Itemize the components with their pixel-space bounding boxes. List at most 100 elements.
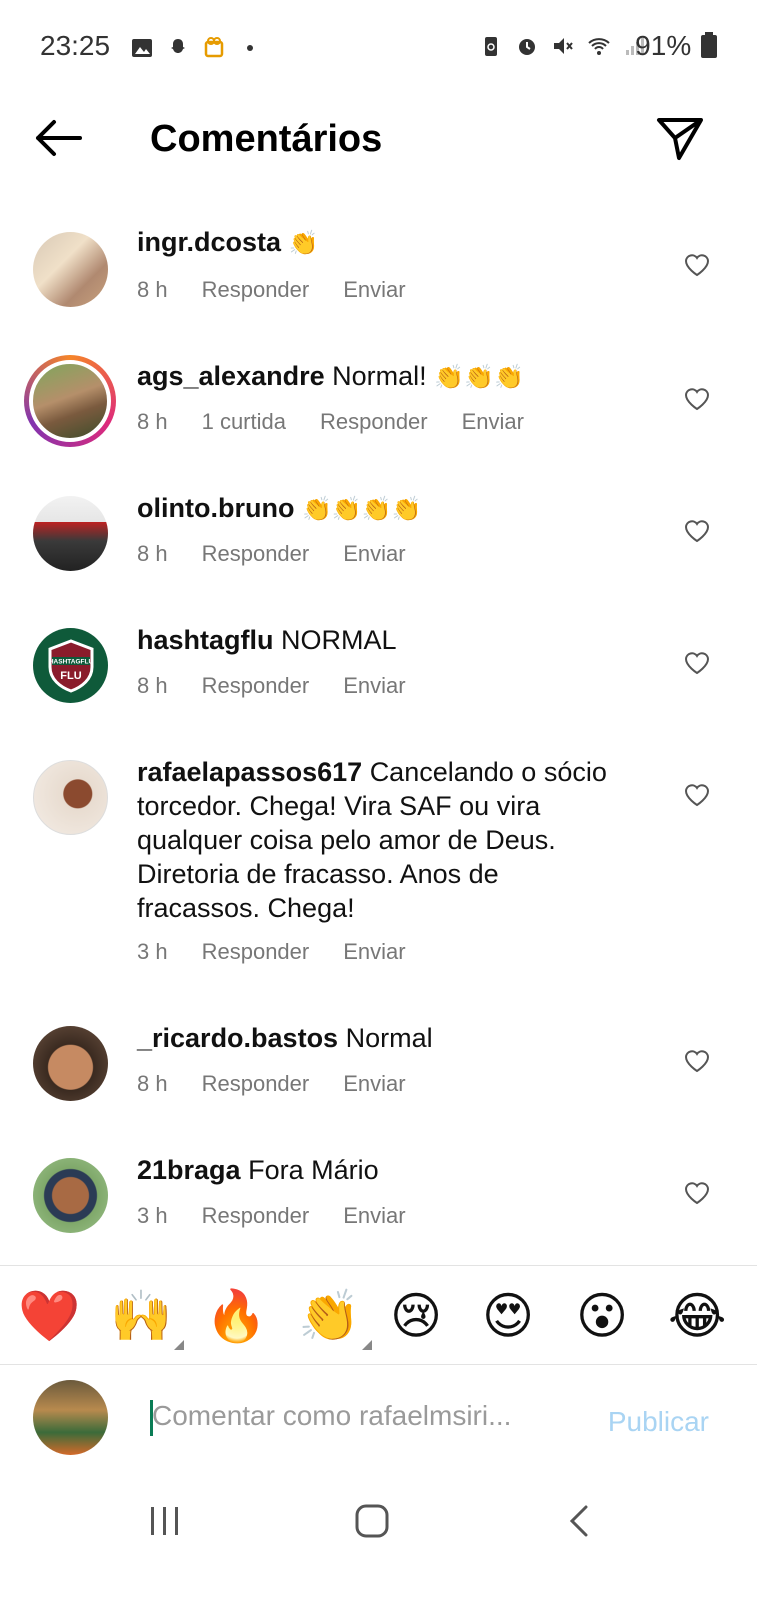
battery-percent: 91% <box>635 30 692 61</box>
skin-tone-indicator-icon <box>174 1340 185 1350</box>
team-shield-logo: HASHTAGFLU FLU <box>48 638 93 693</box>
comment-text: Normal <box>345 1023 433 1053</box>
status-bar: 23:25 91% <box>0 0 757 96</box>
emoji-heart[interactable]: ❤️ <box>18 1288 80 1344</box>
page-title: Comentários <box>150 118 383 160</box>
app-notification-icon <box>204 37 224 58</box>
emoji-crying[interactable]: 😢 <box>390 1288 442 1344</box>
reply-button[interactable]: Responder <box>320 409 428 435</box>
status-left-icons <box>130 36 262 60</box>
comment-time: 8 h <box>137 277 168 302</box>
back-arrow-icon[interactable] <box>32 116 84 160</box>
comment-username[interactable]: ags_alexandre <box>137 361 325 391</box>
comment-text: NORMAL <box>281 625 397 655</box>
comment-meta: 8 h 1 curtida Responder Enviar <box>137 409 558 435</box>
reply-button[interactable]: Responder <box>202 541 310 567</box>
home-icon[interactable] <box>355 1504 389 1538</box>
comment-emoji: 👏 <box>288 230 319 257</box>
avatar-story-ring[interactable] <box>24 355 116 447</box>
send-button[interactable]: Enviar <box>343 541 405 567</box>
comment-meta: 8 h Responder Enviar <box>137 673 440 699</box>
comment-username[interactable]: 21braga <box>137 1155 241 1185</box>
reply-button[interactable]: Responder <box>202 277 310 303</box>
comment-username[interactable]: rafaelapassos617 <box>137 757 362 787</box>
comment-username[interactable]: _ricardo.bastos <box>137 1023 338 1053</box>
comment-meta: 3 h Responder Enviar <box>137 939 440 965</box>
comment-meta: 3 h Responder Enviar <box>137 1203 440 1229</box>
badge-line-2: FLU <box>60 670 81 682</box>
avatar[interactable] <box>33 1158 108 1233</box>
emoji-heart-eyes[interactable]: 😍 <box>482 1288 534 1344</box>
send-button[interactable]: Enviar <box>343 277 405 303</box>
recycle-battery-icon <box>485 37 497 56</box>
comment-time: 8 h <box>137 541 168 566</box>
comment-username[interactable]: olinto.bruno <box>137 493 294 523</box>
send-button[interactable]: Enviar <box>343 939 405 965</box>
comment-time: 3 h <box>137 1203 168 1228</box>
emoji-raised-hands-glyph: 🙌 <box>110 1288 173 1344</box>
send-button[interactable]: Enviar <box>343 673 405 699</box>
status-battery: 91% <box>635 30 717 62</box>
likes-count[interactable]: 1 curtida <box>202 409 286 435</box>
wifi-icon <box>588 38 610 55</box>
system-nav-bar <box>0 1476 757 1600</box>
comment-time: 3 h <box>137 939 168 964</box>
reply-button[interactable]: Responder <box>202 1203 310 1229</box>
recent-apps-icon[interactable] <box>148 1504 182 1538</box>
battery-icon <box>701 32 717 58</box>
comment-username[interactable]: hashtagflu <box>137 625 274 655</box>
badge-line-1: HASHTAGFLU <box>48 658 93 665</box>
like-heart-icon[interactable] <box>684 519 710 543</box>
my-avatar <box>33 1380 108 1455</box>
status-time: 23:25 <box>40 30 111 61</box>
status-right-icons <box>479 34 647 58</box>
send-button[interactable]: Enviar <box>343 1203 405 1229</box>
avatar[interactable] <box>33 760 108 835</box>
comment-emoji: 👏👏👏 <box>434 364 524 391</box>
emoji-clap-glyph: 👏 <box>298 1288 361 1344</box>
skin-tone-indicator-icon <box>362 1340 373 1350</box>
alarm-icon <box>519 39 535 55</box>
avatar[interactable]: HASHTAGFLU FLU <box>33 628 108 703</box>
comment-input-bar: Publicar <box>0 1366 757 1476</box>
avatar[interactable] <box>33 496 108 571</box>
like-heart-icon[interactable] <box>684 783 710 807</box>
comment-time: 8 h <box>137 409 168 434</box>
comment-time: 8 h <box>137 1071 168 1096</box>
snapchat-icon <box>171 39 185 53</box>
reply-button[interactable]: Responder <box>202 939 310 965</box>
avatar[interactable] <box>33 232 108 307</box>
comment-username[interactable]: ingr.dcosta <box>137 227 281 257</box>
gallery-icon <box>132 39 152 57</box>
emoji-clap[interactable]: 👏 <box>298 1288 373 1350</box>
comment-meta: 8 h Responder Enviar <box>137 277 440 303</box>
reply-button[interactable]: Responder <box>202 673 310 699</box>
comment-emoji: 👏👏👏👏 <box>301 496 422 523</box>
avatar[interactable] <box>33 1026 108 1101</box>
like-heart-icon[interactable] <box>684 253 710 277</box>
like-heart-icon[interactable] <box>684 651 710 675</box>
emoji-fire[interactable]: 🔥 <box>205 1288 267 1344</box>
comment-meta: 8 h Responder Enviar <box>137 1071 440 1097</box>
like-heart-icon[interactable] <box>684 387 710 411</box>
more-notifications-dot-icon <box>247 45 253 51</box>
emoji-laughing[interactable]: 😂 <box>668 1288 726 1344</box>
comment-time: 8 h <box>137 673 168 698</box>
like-heart-icon[interactable] <box>684 1049 710 1073</box>
send-button[interactable]: Enviar <box>343 1071 405 1097</box>
comment-text: Normal! <box>332 361 427 391</box>
direct-send-icon[interactable] <box>655 114 705 164</box>
emoji-surprised[interactable]: 😮 <box>576 1288 628 1344</box>
emoji-raised-hands[interactable]: 🙌 <box>110 1288 185 1350</box>
reply-button[interactable]: Responder <box>202 1071 310 1097</box>
like-heart-icon[interactable] <box>684 1181 710 1205</box>
emoji-quick-bar: ❤️ 🙌 🔥 👏 😢 😍 😮 😂 <box>0 1265 757 1365</box>
nav-back-icon[interactable] <box>566 1504 592 1538</box>
comment-text: Fora Mário <box>248 1155 379 1185</box>
publish-button[interactable]: Publicar <box>608 1406 709 1438</box>
mute-icon <box>554 38 573 54</box>
header: Comentários <box>0 96 757 186</box>
send-button[interactable]: Enviar <box>462 409 524 435</box>
comment-meta: 8 h Responder Enviar <box>137 541 440 567</box>
comment-input[interactable] <box>152 1394 572 1438</box>
